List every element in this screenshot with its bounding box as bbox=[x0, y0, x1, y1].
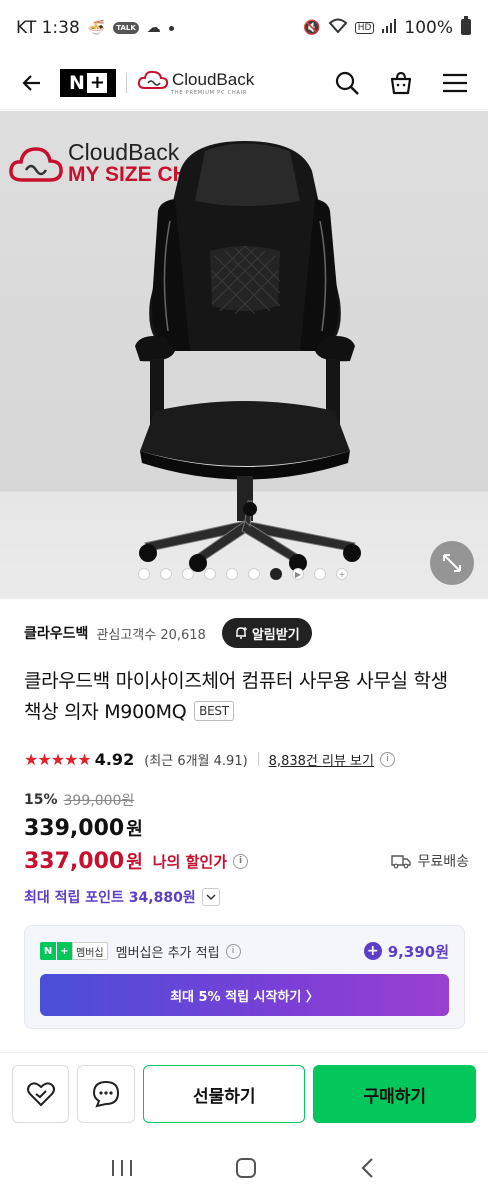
battery-icon bbox=[460, 16, 472, 40]
membership-points: + 9,390원 bbox=[363, 941, 449, 962]
sale-price: 339,000 bbox=[24, 815, 125, 841]
rating-stars: ★★★★★ bbox=[24, 749, 92, 769]
status-bar: KT 1:38 🍜 TALK ☁ 🔇 HD 100% bbox=[0, 0, 488, 56]
plus-circle-icon: + bbox=[363, 942, 382, 960]
shipping-label: 무료배송 bbox=[417, 854, 469, 870]
free-shipping: 무료배송 bbox=[391, 851, 469, 871]
back-nav-icon[interactable] bbox=[358, 1156, 378, 1184]
brand-tagline: THE PREMIUM PC CHAIR bbox=[171, 90, 248, 96]
cloud-logo-icon bbox=[137, 70, 169, 89]
bell-plus-icon bbox=[235, 627, 247, 639]
expand-image-icon[interactable] bbox=[430, 541, 474, 585]
buy-button[interactable]: 구매하기 bbox=[313, 1065, 476, 1123]
price-section: 15% 399,000원 339,000 원 337,000 원 나의 할인가 … bbox=[24, 788, 469, 912]
truck-icon bbox=[391, 855, 412, 869]
carousel-indicators: ▶ + bbox=[138, 568, 348, 580]
nplus-n-label: N bbox=[69, 71, 85, 94]
membership-text: 멤버십은 추가 적립 bbox=[115, 945, 220, 961]
mute-icon: 🔇 bbox=[303, 20, 321, 36]
gift-button[interactable]: 선물하기 bbox=[142, 1065, 306, 1123]
review-count-link[interactable]: 8,838건 리뷰 보기 bbox=[269, 750, 374, 769]
discount-percent: 15% bbox=[24, 792, 58, 808]
office-chair-image bbox=[135, 141, 361, 572]
info-icon[interactable]: i bbox=[225, 943, 241, 959]
back-arrow-icon[interactable] bbox=[16, 67, 48, 99]
membership-badge-plus: + bbox=[56, 942, 72, 960]
battery-percent: 100% bbox=[404, 18, 453, 38]
wishlist-heart-icon[interactable] bbox=[12, 1065, 70, 1123]
rating-score: 4.92 bbox=[94, 749, 135, 769]
system-nav-bar bbox=[0, 1140, 488, 1200]
carousel-dot[interactable] bbox=[138, 568, 150, 580]
membership-badge-n: N bbox=[40, 942, 56, 960]
search-icon[interactable] bbox=[330, 66, 364, 100]
recent-apps-icon[interactable] bbox=[110, 1158, 134, 1182]
nplus-plus-label: + bbox=[86, 72, 107, 93]
more-notifications-icon bbox=[168, 25, 174, 31]
membership-badge-text: 멤버십 bbox=[72, 942, 108, 960]
alarm-subscribe-button[interactable]: 알림받기 bbox=[221, 618, 312, 648]
max-points-label: 최대 적립 포인트 34,880원 bbox=[24, 890, 196, 906]
alarm-button-label: 알림받기 bbox=[251, 627, 300, 643]
hd-icon: HD bbox=[354, 22, 375, 34]
membership-box: N + 멤버십 멤버십은 추가 적립 i + 9,390원 최대 5% 적립 시… bbox=[24, 925, 465, 1029]
product-title: 클라우드백 마이사이즈체어 컴퓨터 사무용 사무실 학생 책상 의자 M900M… bbox=[24, 666, 469, 728]
rating-row: ★★★★★ 4.92 (최근 6개월 4.91) 8,838건 리뷰 보기 i bbox=[24, 746, 469, 772]
store-fan-count: 관심고객수 20,618 bbox=[96, 627, 206, 643]
signal-icon bbox=[381, 18, 397, 38]
carousel-more-icon[interactable]: + bbox=[336, 568, 348, 580]
nplus-store-logo[interactable]: N + bbox=[60, 68, 116, 97]
bottom-action-bar: 선물하기 구매하기 bbox=[0, 1053, 488, 1135]
menu-icon[interactable] bbox=[438, 66, 472, 100]
brand-name: CloudBack bbox=[172, 70, 255, 89]
store-name-link[interactable]: 클라우드백 bbox=[24, 623, 88, 643]
chevron-down-icon[interactable] bbox=[201, 888, 220, 906]
product-image-carousel[interactable]: CloudBack MY SIZE CHAIR ▶ + bbox=[0, 111, 488, 599]
brand-logo[interactable]: CloudBack THE PREMIUM PC CHAIR bbox=[137, 69, 254, 96]
header-divider bbox=[126, 72, 127, 93]
best-badge: BEST bbox=[194, 701, 234, 721]
wifi-icon bbox=[328, 18, 348, 38]
cart-icon[interactable] bbox=[384, 66, 418, 100]
talk-chat-icon[interactable] bbox=[77, 1065, 135, 1123]
carousel-dot[interactable] bbox=[226, 568, 238, 580]
carousel-dot[interactable] bbox=[160, 568, 172, 580]
app-bar: N + CloudBack THE PREMIUM PC CHAIR bbox=[0, 56, 488, 110]
membership-signup-button[interactable]: 최대 5% 적립 시작하기 〉 bbox=[40, 974, 449, 1016]
store-info-row: 클라우드백 관심고객수 20,618 알림받기 bbox=[24, 618, 464, 648]
carousel-dot[interactable] bbox=[204, 568, 216, 580]
status-time: KT 1:38 bbox=[16, 18, 80, 38]
talk-notification-icon: TALK bbox=[113, 22, 139, 34]
food-notification-icon: 🍜 bbox=[87, 20, 106, 36]
info-icon[interactable]: i bbox=[233, 853, 248, 869]
my-price-unit: 원 bbox=[126, 852, 143, 873]
carousel-dot-active[interactable] bbox=[270, 568, 282, 580]
cloud-notification-icon: ☁ bbox=[146, 20, 161, 36]
rating-recent: (최근 6개월 4.91) bbox=[144, 753, 248, 769]
rating-separator bbox=[257, 752, 259, 766]
my-discount-price: 337,000 bbox=[24, 848, 125, 874]
membership-points-value: 9,390원 bbox=[387, 942, 449, 961]
sale-price-unit: 원 bbox=[126, 819, 143, 840]
original-price: 399,000원 bbox=[63, 793, 135, 809]
info-icon[interactable]: i bbox=[379, 751, 395, 767]
product-title-text: 클라우드백 마이사이즈체어 컴퓨터 사무용 사무실 학생 책상 의자 M900M… bbox=[24, 670, 448, 723]
home-icon[interactable] bbox=[234, 1156, 258, 1184]
video-play-icon[interactable]: ▶ bbox=[292, 568, 304, 580]
carousel-dot[interactable] bbox=[182, 568, 194, 580]
my-discount-label: 나의 할인가 bbox=[152, 852, 227, 871]
carousel-dot[interactable] bbox=[248, 568, 260, 580]
membership-badge: N + 멤버십 bbox=[40, 942, 108, 960]
carousel-dot[interactable] bbox=[314, 568, 326, 580]
